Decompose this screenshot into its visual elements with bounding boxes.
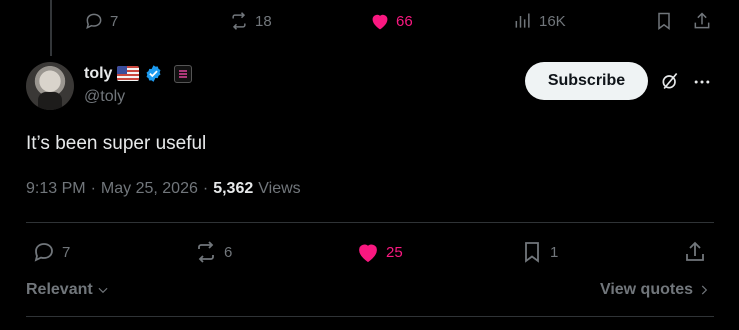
meta-separator: · [90,180,96,197]
reply-button[interactable]: 7 [32,238,70,266]
bookmark-button[interactable]: 1 [520,238,558,266]
divider [26,222,714,223]
grok-icon[interactable] [660,71,680,91]
analytics-icon [515,13,530,28]
affiliate-badge-icon[interactable] [174,64,193,83]
heart-filled-icon [359,244,377,263]
divider [26,316,714,317]
parent-reply-button[interactable]: 7 [84,8,118,34]
parent-like-count: 66 [396,12,413,30]
reply-sort-dropdown[interactable]: Relevant [26,281,110,299]
parent-share-button[interactable] [692,8,712,34]
share-icon [686,241,704,261]
author-display-name[interactable]: toly [84,65,112,83]
reply-icon [86,13,102,30]
views-count: 5,362 [213,180,254,197]
parent-reply-count: 7 [110,12,119,30]
reply-icon [34,243,53,262]
author-handle[interactable]: @toly [84,88,125,106]
repost-icon [232,12,246,30]
bookmark-count: 1 [550,243,559,261]
thread-connector-line [50,0,52,56]
parent-repost-button[interactable]: 18 [229,8,272,34]
tweet-actions: 7 6 25 1 [26,238,714,266]
repost-icon [198,241,214,263]
like-button[interactable]: 25 [356,238,403,266]
tweet-text: It’s been super useful [26,133,207,154]
more-options-icon[interactable] [692,72,712,92]
heart-filled-icon [372,14,388,30]
parent-views-count: 16K [539,12,566,30]
chevron-right-icon [701,285,708,295]
like-count: 25 [386,243,403,261]
parent-like-button[interactable]: 66 [370,8,413,34]
tweet-time[interactable]: 9:13 PM [26,180,86,198]
parent-repost-count: 18 [255,12,272,30]
reply-sort-label: Relevant [26,281,93,298]
repost-button[interactable]: 6 [194,238,232,266]
view-quotes-link[interactable]: View quotes [600,281,711,299]
subscribe-button[interactable]: Subscribe [525,62,648,100]
us-flag-icon [117,66,140,81]
avatar[interactable] [26,62,74,110]
verified-badge-icon[interactable] [144,64,163,83]
meta-separator: · [202,180,209,197]
share-button[interactable] [683,238,707,266]
views-label: Views [258,180,301,197]
tweet-date[interactable]: May 25, 2026 [101,180,198,198]
tweet-meta: 9:13 PM · May 25, 2026 · 5,362 Views [26,180,301,198]
parent-views-button[interactable]: 16K [513,8,566,34]
parent-tweet-actions: 7 18 66 16K [84,8,714,34]
parent-bookmark-button[interactable] [654,8,674,34]
tweet-detail-page: 7 18 66 16K toly @toly Subscribe It’s be… [0,0,739,330]
bookmark-icon [658,12,670,30]
author-name-row: toly [84,64,193,83]
bookmark-icon [525,242,539,263]
reply-count: 7 [62,243,71,261]
view-quotes-label: View quotes [599,281,693,298]
share-icon [694,12,710,29]
repost-count: 6 [224,243,233,261]
chevron-down-icon [98,287,108,294]
